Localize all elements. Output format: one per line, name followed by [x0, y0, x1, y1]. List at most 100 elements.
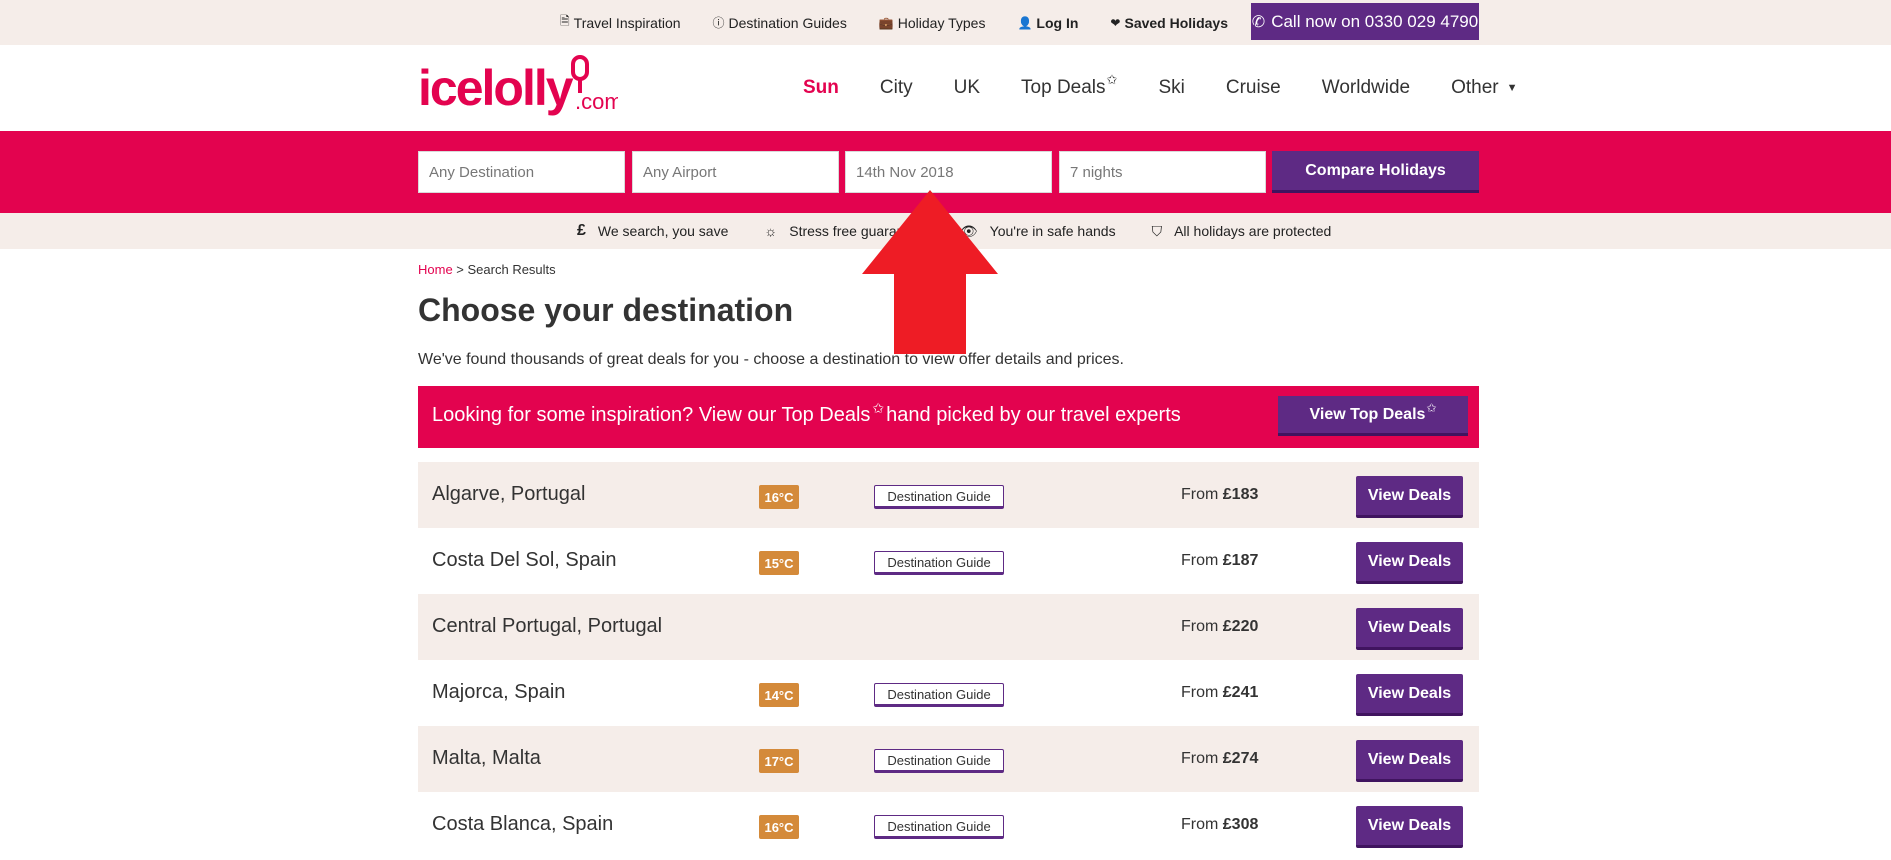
- destination-guide-button[interactable]: Destination Guide: [874, 485, 1004, 509]
- price-value: £187: [1222, 552, 1259, 569]
- price: From £308: [1181, 816, 1258, 834]
- logo-graphic: icelolly .com: [418, 55, 618, 116]
- result-row: Malta, Malta 17°C Destination Guide From…: [418, 726, 1479, 792]
- icelolly-logo[interactable]: icelolly .com: [418, 55, 618, 121]
- breadcrumb-separator: >: [452, 262, 468, 277]
- nav-worldwide[interactable]: Worldwide: [1322, 77, 1410, 99]
- utility-link-destination-guides[interactable]: ⓘ Destination Guides: [713, 14, 847, 31]
- utility-link-holiday-types[interactable]: 💼 Holiday Types: [879, 15, 986, 31]
- view-deals-button[interactable]: View Deals: [1356, 542, 1463, 584]
- price: From £183: [1181, 486, 1258, 504]
- utility-link-travel-inspiration[interactable]: 🗎 Travel Inspiration: [560, 12, 681, 33]
- result-row: Majorca, Spain 14°C Destination Guide Fr…: [418, 660, 1479, 726]
- destination-select[interactable]: Any Destination: [418, 151, 625, 193]
- caret-down-icon: ▼: [1506, 82, 1518, 94]
- nav-uk[interactable]: UK: [954, 77, 980, 99]
- top-deals-promo: Looking for some inspiration? View our T…: [418, 386, 1479, 448]
- promo-text-after: hand picked by our travel experts: [886, 404, 1181, 426]
- trust-label: All holidays are protected: [1174, 223, 1332, 239]
- from-label: From: [1181, 750, 1219, 767]
- price-value: £308: [1222, 816, 1259, 833]
- destination-results: Algarve, Portugal 16°C Destination Guide…: [418, 462, 1479, 858]
- utility-link-label: Destination Guides: [728, 14, 847, 31]
- destination-name[interactable]: Costa Blanca, Spain: [432, 813, 613, 836]
- destination-name[interactable]: Majorca, Spain: [432, 681, 565, 704]
- nav-label: Worldwide: [1321, 77, 1411, 98]
- result-row: Costa Blanca, Spain 16°C Destination Gui…: [418, 792, 1479, 858]
- temperature-badge: 16°C: [759, 815, 799, 839]
- promo-text: Looking for some inspiration? View our T…: [432, 400, 1181, 427]
- document-icon: 🗎: [560, 14, 570, 28]
- trust-item-protected: ⛉ All holidays are protected: [1152, 223, 1332, 240]
- nights-value: 7 nights: [1070, 163, 1123, 181]
- destination-name[interactable]: Costa Del Sol, Spain: [432, 549, 617, 572]
- temperature-badge: 14°C: [759, 683, 799, 707]
- price: From £187: [1181, 552, 1258, 570]
- svg-text:icelolly: icelolly: [418, 60, 574, 116]
- phone-icon: ✆: [1251, 13, 1266, 31]
- destination-guide-button[interactable]: Destination Guide: [874, 683, 1004, 707]
- shield-icon: ⛉: [1151, 222, 1163, 239]
- price: From £220: [1181, 618, 1258, 636]
- date-value: 14th Nov 2018: [856, 163, 954, 181]
- breadcrumb-current: Search Results: [467, 262, 556, 277]
- page-intro: We've found thousands of great deals for…: [418, 351, 1124, 368]
- destination-guide-button[interactable]: Destination Guide: [874, 815, 1004, 839]
- utility-link-log-in[interactable]: 👤 Log In: [1017, 15, 1078, 31]
- utility-link-label: Log In: [1036, 14, 1079, 31]
- nav-sun[interactable]: Sun: [803, 77, 839, 99]
- utility-link-label: Holiday Types: [897, 14, 986, 31]
- info-icon: ⓘ: [712, 16, 725, 30]
- destination-name[interactable]: Central Portugal, Portugal: [432, 615, 662, 638]
- destination-value: Any Destination: [429, 163, 535, 181]
- result-row: Costa Del Sol, Spain 15°C Destination Gu…: [418, 528, 1479, 594]
- price: From £241: [1181, 684, 1258, 702]
- view-deals-button[interactable]: View Deals: [1356, 806, 1463, 848]
- airport-value: Any Airport: [643, 163, 717, 181]
- destination-name[interactable]: Malta, Malta: [432, 747, 541, 770]
- nav-cruise[interactable]: Cruise: [1226, 77, 1281, 99]
- view-deals-button[interactable]: View Deals: [1356, 674, 1463, 716]
- result-row: Algarve, Portugal 16°C Destination Guide…: [418, 462, 1479, 528]
- red-arrow-annotation: [862, 190, 998, 354]
- nav-label: Other: [1451, 77, 1499, 98]
- suitcase-icon: 💼: [878, 15, 894, 30]
- trust-label: You're in safe hands: [989, 223, 1116, 239]
- result-row: Central Portugal, Portugal From £220 Vie…: [418, 594, 1479, 660]
- svg-text:.com: .com: [575, 89, 618, 114]
- nav-city[interactable]: City: [880, 77, 913, 99]
- from-label: From: [1181, 552, 1219, 569]
- view-top-deals-label: View Top Deals: [1309, 405, 1426, 423]
- temperature-badge: 17°C: [759, 749, 799, 773]
- destination-name[interactable]: Algarve, Portugal: [432, 483, 585, 506]
- destination-guide-button[interactable]: Destination Guide: [874, 749, 1004, 773]
- date-input[interactable]: 14th Nov 2018: [845, 151, 1052, 193]
- utility-link-label: Saved Holidays: [1124, 14, 1228, 31]
- user-icon: 👤: [1017, 15, 1033, 30]
- nav-ski[interactable]: Ski: [1158, 77, 1184, 99]
- heart-icon: ❤: [1110, 15, 1121, 30]
- nights-select[interactable]: 7 nights: [1059, 151, 1266, 193]
- main-nav: Sun City UK Top Deals✩ Ski Cruise Worldw…: [803, 72, 1518, 99]
- view-deals-button[interactable]: View Deals: [1356, 740, 1463, 782]
- nav-label: City: [879, 77, 913, 98]
- temperature-badge: 15°C: [759, 551, 799, 575]
- view-top-deals-button[interactable]: View Top Deals ✩: [1278, 396, 1468, 436]
- breadcrumb-home-link[interactable]: Home: [418, 262, 453, 277]
- view-deals-button[interactable]: View Deals: [1356, 476, 1463, 518]
- nav-top-deals[interactable]: Top Deals✩: [1021, 72, 1117, 99]
- compare-holidays-button[interactable]: Compare Holidays: [1272, 151, 1479, 193]
- destination-guide-button[interactable]: Destination Guide: [874, 551, 1004, 575]
- airport-select[interactable]: Any Airport: [632, 151, 839, 193]
- nav-label: Cruise: [1225, 77, 1281, 98]
- from-label: From: [1181, 816, 1219, 833]
- compare-label: Compare Holidays: [1305, 161, 1446, 179]
- view-deals-button[interactable]: View Deals: [1356, 608, 1463, 650]
- utility-bar: 🗎 Travel Inspiration ⓘ Destination Guide…: [0, 0, 1891, 45]
- utility-link-saved-holidays[interactable]: ❤ Saved Holidays: [1110, 15, 1228, 31]
- utility-links: 🗎 Travel Inspiration ⓘ Destination Guide…: [560, 0, 1260, 45]
- nav-label: Sun: [803, 77, 839, 98]
- nav-other[interactable]: Other ▼: [1451, 77, 1517, 99]
- star-icon: ✩: [1106, 72, 1118, 87]
- call-now-button[interactable]: ✆ Call now on 0330 029 4790: [1251, 3, 1479, 40]
